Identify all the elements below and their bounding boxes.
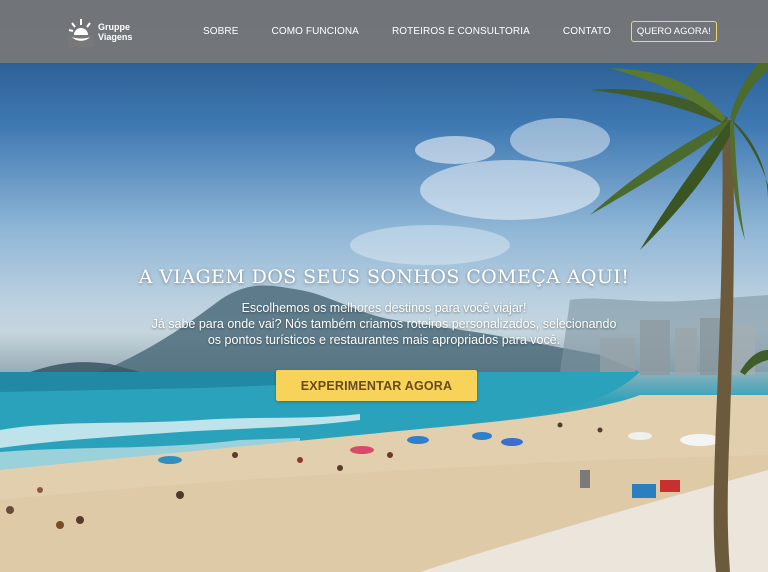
- header-bar: Gruppe Viagens SOBRE COMO FUNCIONA ROTEI…: [0, 0, 768, 63]
- hero-subtitle-line-2: Já sabe para onde vai? Nós também criamo…: [151, 317, 617, 331]
- hero-headline: A VIAGEM DOS SEUS SONHOS COMEÇA AQUI!: [138, 266, 630, 288]
- hero-subtitle-line-1: Escolhemos os melhores destinos para voc…: [241, 301, 527, 315]
- brand-line-1: Gruppe: [98, 22, 131, 32]
- experimentar-agora-button[interactable]: EXPERIMENTAR AGORA: [276, 370, 477, 401]
- main-nav: SOBRE COMO FUNCIONA ROTEIROS E CONSULTOR…: [203, 0, 717, 63]
- brand-name: Gruppe Viagens: [98, 22, 132, 42]
- brand-line-2: Viagens: [98, 32, 133, 42]
- quero-agora-button[interactable]: QUERO AGORA!: [630, 21, 717, 42]
- nav-item-contato[interactable]: CONTATO: [563, 26, 611, 37]
- brand-logo[interactable]: Gruppe Viagens: [68, 17, 132, 47]
- nav-item-roteiros[interactable]: ROTEIROS E CONSULTORIA: [392, 26, 530, 37]
- hero-subtitle-line-3: os pontos turísticos e restaurantes mais…: [207, 333, 561, 347]
- hero-subtitle: Escolhemos os melhores destinos para voc…: [0, 300, 768, 348]
- nav-item-como-funciona[interactable]: COMO FUNCIONA: [272, 26, 359, 37]
- sun-logo-icon: [68, 19, 94, 47]
- nav-item-sobre[interactable]: SOBRE: [203, 26, 239, 37]
